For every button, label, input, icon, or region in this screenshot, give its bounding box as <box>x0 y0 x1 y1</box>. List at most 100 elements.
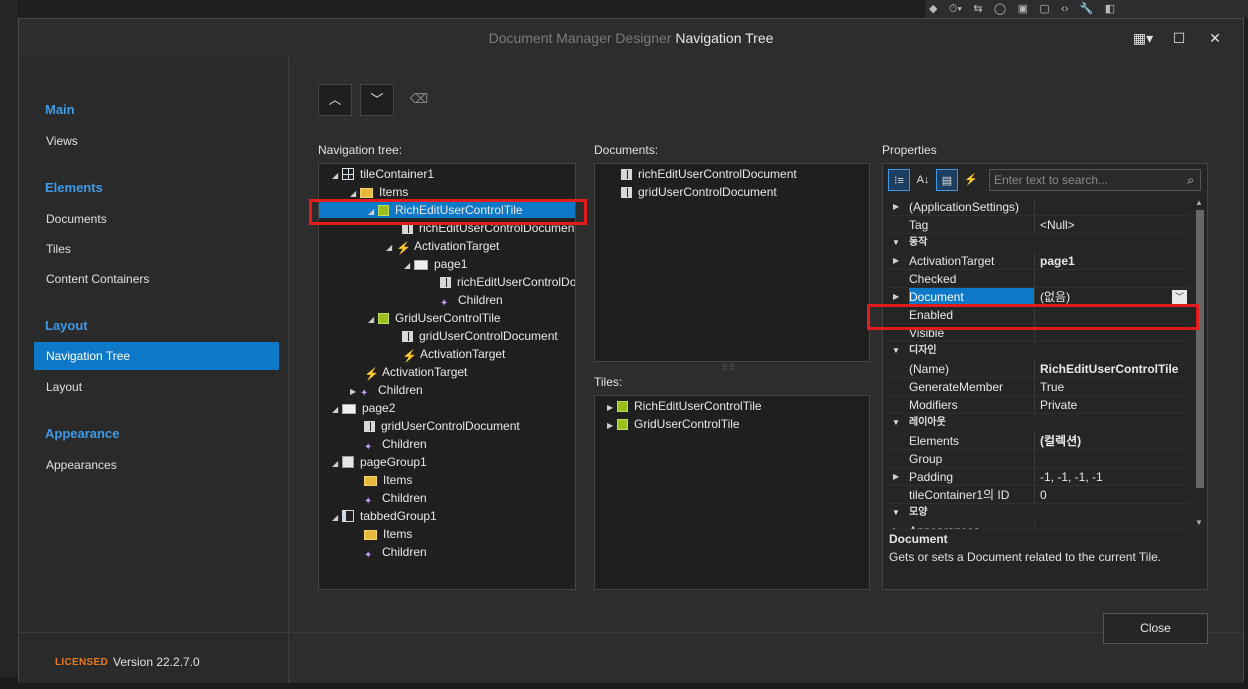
tree-node[interactable]: ◢ page1 <box>404 255 467 273</box>
tiles-label: Tiles: <box>594 375 623 389</box>
property-row[interactable]: ▶ Padding -1, -1, -1, -1 <box>883 468 1190 486</box>
property-category[interactable]: ▼ 레이아웃 <box>883 414 1190 432</box>
scroll-down-icon[interactable]: ▼ <box>1195 518 1203 527</box>
sidebar-item-tiles[interactable]: Tiles <box>34 235 279 263</box>
property-row[interactable]: Modifiers Private <box>883 396 1190 414</box>
tree-node[interactable]: ✦ Children <box>364 543 427 561</box>
tree-node[interactable]: ◢ ⚡ ActivationTarget <box>386 237 499 255</box>
sort-categorized-icon[interactable]: ⁝≡ <box>888 169 910 191</box>
refresh-icon[interactable]: ◯ <box>994 2 1006 15</box>
property-grid: ⁝≡ A↓ ▤ ⚡ Enter text to search... ⌕ ▶ (Ap… <box>882 163 1208 590</box>
group-layout: Layout <box>45 318 88 333</box>
tree-node[interactable]: ✦ Children <box>364 435 427 453</box>
ide-left-strip <box>0 0 18 689</box>
tree-node[interactable]: ◢ pageGroup1 <box>332 453 427 471</box>
sidebar-item-content-containers[interactable]: Content Containers <box>34 265 279 293</box>
document-icon <box>440 277 451 288</box>
nav-tree-label: Navigation tree: <box>318 143 403 157</box>
tiles-panel[interactable]: ▶ RichEditUserControlTile ▶ GridUserContro… <box>594 395 870 590</box>
property-row[interactable]: ▶ (ApplicationSettings) <box>883 198 1190 216</box>
wrench-icon[interactable]: 🔧 <box>1080 2 1094 15</box>
description-title: Document <box>889 532 948 546</box>
sidebar-item-documents[interactable]: Documents <box>34 205 279 233</box>
tile-icon <box>617 419 628 430</box>
layout-menu-icon[interactable]: ▦▾ <box>1125 30 1161 47</box>
sort-alpha-icon[interactable]: A↓ <box>912 169 934 191</box>
eraser-button[interactable]: ⌫ <box>402 84 436 116</box>
tree-node[interactable]: ⚡ ActivationTarget <box>364 363 467 381</box>
property-row[interactable]: Group <box>883 450 1190 468</box>
move-down-button[interactable]: ﹀ <box>360 84 394 116</box>
description-text: Gets or sets a Document related to the c… <box>889 550 1162 564</box>
documents-panel[interactable]: richEditUserControlDocument gridUserCont… <box>594 163 870 362</box>
group-elements: Elements <box>45 180 103 195</box>
document-icon <box>364 421 375 432</box>
activation-target-icon: ⚡ <box>396 241 411 255</box>
property-category[interactable]: ▼ 동작 <box>883 234 1190 252</box>
items-icon <box>360 188 373 198</box>
move-up-button[interactable]: ︿ <box>318 84 352 116</box>
tile-icon <box>378 313 389 324</box>
property-row[interactable]: ▶Appearances <box>883 522 1190 530</box>
panel-icon[interactable]: ◧ <box>1105 2 1115 15</box>
highlight-box-property <box>867 304 1199 330</box>
scroll-up-icon[interactable]: ▲ <box>1195 198 1203 207</box>
property-category[interactable]: ▼ 모양 <box>883 504 1190 522</box>
sidebar-item-navigation-tree[interactable]: Navigation Tree <box>34 342 279 370</box>
tree-node[interactable]: ✦ Children <box>364 489 427 507</box>
tree-node[interactable]: richEditUserControlDocument <box>440 273 575 291</box>
property-row[interactable]: Tag <Null> <box>883 216 1190 234</box>
licensed-badge: LICENSED <box>55 657 108 668</box>
copy-icon[interactable]: ▣ <box>1018 2 1028 15</box>
list-item[interactable]: richEditUserControlDocument <box>621 165 797 183</box>
tree-node[interactable]: Items <box>364 525 412 543</box>
dropdown-arrow-icon[interactable]: ﹀ <box>1172 290 1187 304</box>
property-search-input[interactable]: Enter text to search... ⌕ <box>989 169 1201 191</box>
tree-node[interactable]: gridUserControlDocument <box>402 327 558 345</box>
tree-node[interactable]: ◢ page2 <box>332 399 395 417</box>
splitter-grip[interactable]: ⠿⠿ <box>722 363 736 372</box>
sidebar-footer: LICENSED Version 22.2.7.0 <box>19 632 289 682</box>
property-category[interactable]: ▼ 디자인 <box>883 342 1190 360</box>
property-row[interactable]: GenerateMember True <box>883 378 1190 396</box>
code-icon[interactable]: ‹› <box>1061 3 1068 15</box>
property-row[interactable]: Checked <box>883 270 1190 288</box>
tree-node[interactable]: ✦ Children <box>440 291 503 309</box>
list-item[interactable]: ▶ GridUserControlTile <box>607 415 740 433</box>
maximize-icon[interactable]: ☐ <box>1161 30 1197 47</box>
version-label: Version 22.2.7.0 <box>113 655 200 669</box>
property-pages-icon[interactable]: ▤ <box>936 169 958 191</box>
children-icon: ✦ <box>364 442 373 453</box>
tree-node[interactable]: Items <box>364 471 412 489</box>
close-button[interactable]: Close <box>1103 613 1208 644</box>
property-scrollbar[interactable]: ▲ ▼ <box>1195 198 1205 528</box>
main-area: ︿ ﹀ ⌫ Navigation tree: ◢ tileContainer1 ◢… <box>290 57 1243 683</box>
list-item[interactable]: gridUserControlDocument <box>621 183 777 201</box>
property-row[interactable]: Elements (컬렉션) <box>883 432 1190 450</box>
history-icon[interactable]: ⏱▾ <box>949 3 962 16</box>
window-icon[interactable]: ▢ <box>1039 2 1049 15</box>
nav-tree-panel[interactable]: ◢ tileContainer1 ◢ Items ◢ RichEditUserCont… <box>318 163 576 590</box>
events-icon[interactable]: ⚡ <box>960 169 982 191</box>
vs-icon[interactable]: ◆ <box>929 2 937 15</box>
activation-target-icon: ⚡ <box>402 349 417 363</box>
items-icon <box>364 530 377 540</box>
sidebar-item-appearances[interactable]: Appearances <box>34 451 279 479</box>
footer-divider <box>290 632 1243 633</box>
list-item[interactable]: ▶ RichEditUserControlTile <box>607 397 762 415</box>
tree-node[interactable]: ◢ tileContainer1 <box>332 165 434 183</box>
sidebar-item-views[interactable]: Views <box>34 127 279 155</box>
tree-node[interactable]: ▶ ✦ Children <box>350 381 423 399</box>
document-icon <box>621 169 632 180</box>
tree-node[interactable]: ◢ GridUserControlTile <box>368 309 501 327</box>
scrollbar-thumb[interactable] <box>1196 210 1204 488</box>
tree-node[interactable]: gridUserControlDocument <box>364 417 520 435</box>
tree-node[interactable]: ⚡ ActivationTarget <box>402 345 505 363</box>
sidebar-item-layout[interactable]: Layout <box>34 373 279 401</box>
property-row[interactable]: (Name) RichEditUserControlTile <box>883 360 1190 378</box>
close-icon[interactable]: ✕ <box>1197 30 1233 47</box>
tree-node[interactable]: ◢ tabbedGroup1 <box>332 507 437 525</box>
property-row[interactable]: tileContainer1의 ID 0 <box>883 486 1190 504</box>
property-row[interactable]: ▶ ActivationTarget page1 <box>883 252 1190 270</box>
swap-icon[interactable]: ⇆ <box>973 2 982 15</box>
